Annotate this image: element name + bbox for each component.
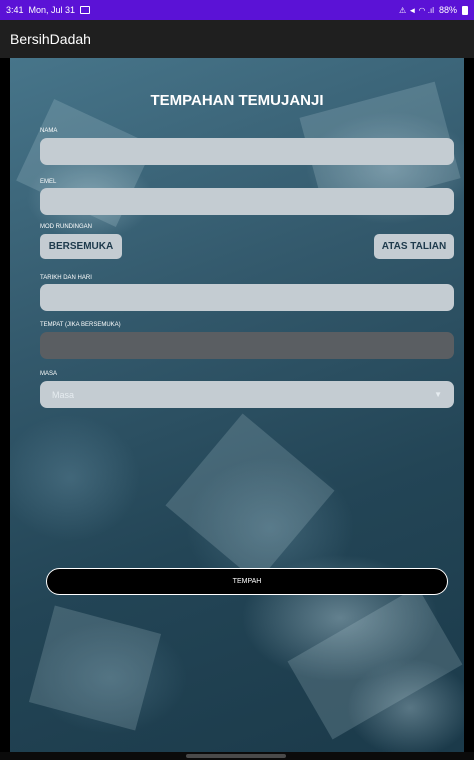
submit-button[interactable]: TEMPAH: [46, 568, 448, 595]
app-title: BersihDadah: [10, 31, 91, 47]
status-left: 3:41 Mon, Jul 31: [6, 5, 91, 15]
chevron-down-icon: ▼: [434, 390, 442, 399]
email-label: EMEL: [40, 179, 57, 185]
battery-icon: [462, 5, 468, 15]
status-bar: 3:41 Mon, Jul 31 ⚠ ◄ ◠ .ıl 88%: [0, 0, 474, 20]
battery-percent: 88%: [438, 5, 457, 15]
name-field[interactable]: [40, 138, 454, 165]
place-label: TEMPAT (JIKA BERSEMUKA): [40, 322, 121, 328]
in-person-button[interactable]: BERSEMUKA: [40, 234, 122, 259]
mode-label: MOD RUNDINGAN: [40, 224, 92, 230]
app-bar: BersihDadah: [0, 20, 474, 58]
calendar-icon: [80, 6, 91, 14]
home-handle[interactable]: [186, 754, 286, 758]
status-indicators: ⚠ ◄ ◠ .ıl: [399, 5, 434, 15]
date-field[interactable]: [40, 284, 454, 311]
place-field: [40, 332, 454, 359]
date-label: TARIKH DAN HARI: [40, 275, 92, 281]
background-shard: [28, 605, 162, 731]
background-shard: [287, 586, 463, 740]
background-shard: [165, 413, 335, 583]
navigation-bar: [0, 752, 474, 760]
time-label: MASA: [40, 371, 58, 377]
status-time: 3:41: [6, 5, 24, 15]
form-title: TEMPAHAN TEMUJANJI: [150, 92, 324, 109]
time-select-placeholder: Masa: [52, 389, 75, 400]
online-button[interactable]: ATAS TALIAN: [374, 234, 454, 259]
name-label: NAMA: [40, 128, 58, 134]
status-right: ⚠ ◄ ◠ .ıl 88%: [399, 5, 468, 15]
booking-form-screen: TEMPAHAN TEMUJANJI NAMA EMEL MOD RUNDING…: [10, 58, 464, 752]
status-date: Mon, Jul 31: [28, 5, 76, 15]
email-field[interactable]: [40, 188, 454, 215]
time-select[interactable]: Masa ▼: [40, 381, 454, 408]
